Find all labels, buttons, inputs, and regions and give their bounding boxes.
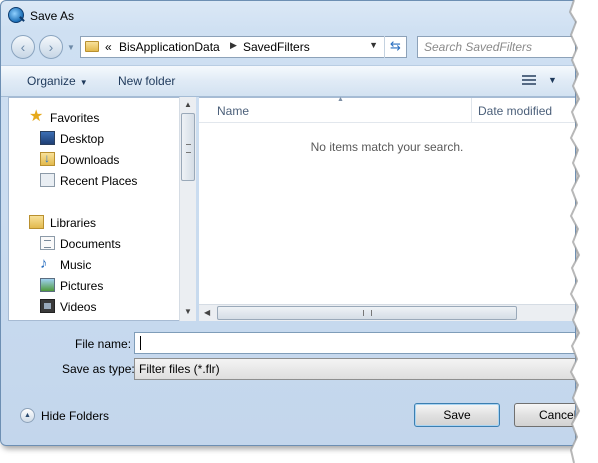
refresh-button[interactable]: ⇆ — [384, 36, 406, 58]
address-bar[interactable]: « BisApplicationData ▶ SavedFilters ▼ — [80, 36, 407, 58]
chevron-up-icon: ▲ — [20, 408, 35, 423]
file-name-field[interactable] — [134, 332, 575, 354]
view-chevron-down-icon[interactable]: ▼ — [548, 75, 557, 85]
breadcrumb-savedfilters[interactable]: SavedFilters — [243, 40, 310, 54]
libraries-icon — [29, 215, 44, 229]
organize-chevron-down-icon: ▼ — [79, 78, 88, 87]
sidebar-item-label: Recent Places — [60, 174, 138, 188]
sidebar-item-label: Libraries — [50, 216, 97, 230]
save-as-dialog: Save As ‹ › ▼ « BisApplicationData ▶ Sav… — [0, 0, 576, 446]
recent-places-icon — [40, 173, 55, 187]
refresh-icon: ⇆ — [390, 38, 401, 53]
column-headers: ▲ Name Date modified — [199, 96, 575, 123]
title-bar[interactable]: Save As — [1, 1, 575, 31]
empty-list-message: No items match your search. — [310, 140, 464, 154]
sidebar-item-label: Downloads — [60, 153, 120, 167]
scrollbar-thumb[interactable] — [217, 306, 517, 320]
pictures-icon — [40, 278, 55, 292]
file-list-horizontal-scrollbar[interactable]: ◀ — [199, 304, 575, 321]
file-list[interactable]: ▲ Name Date modified No items match your… — [199, 96, 575, 321]
breadcrumb-bisapplicationdata[interactable]: BisApplicationData — [119, 40, 220, 54]
view-options-icon[interactable] — [522, 75, 536, 86]
sort-ascending-icon: ▲ — [337, 96, 344, 103]
folder-icon — [85, 41, 99, 52]
hide-folders-label: Hide Folders — [41, 409, 110, 423]
scroll-down-icon[interactable]: ▼ — [184, 307, 192, 316]
address-dropdown-icon[interactable]: ▼ — [369, 40, 378, 50]
navigation-pane-scrollbar[interactable]: ▲ ▼ — [179, 97, 196, 321]
sidebar-item-label: Desktop — [60, 132, 105, 146]
sidebar-item-label: Music — [60, 258, 92, 272]
videos-icon — [40, 299, 55, 313]
sidebar-item-label: Documents — [60, 237, 121, 251]
scrollbar-thumb[interactable] — [181, 113, 195, 181]
cancel-button[interactable]: Cancel — [514, 403, 575, 427]
recent-locations-chevron-icon[interactable]: ▼ — [67, 43, 75, 52]
scroll-left-icon[interactable]: ◀ — [204, 308, 210, 317]
breadcrumb-separator-icon[interactable]: ▶ — [230, 40, 237, 51]
desktop-icon — [40, 131, 55, 145]
file-name-input[interactable] — [135, 333, 575, 353]
save-as-type-label: Save as type: — [62, 362, 135, 376]
column-divider[interactable] — [471, 98, 472, 122]
forward-button[interactable]: › — [39, 35, 63, 59]
back-button[interactable]: ‹ — [11, 35, 35, 59]
torn-edge-decoration — [568, 0, 598, 463]
window-title: Save As — [30, 9, 75, 23]
column-header-name[interactable]: Name — [217, 104, 249, 118]
star-icon: ★ — [29, 108, 44, 125]
organize-button[interactable]: Organize ▼ — [27, 74, 88, 88]
documents-icon — [40, 236, 55, 250]
organize-label: Organize — [27, 74, 76, 88]
breadcrumb-overflow[interactable]: « — [105, 40, 112, 54]
column-header-date-modified[interactable]: Date modified — [478, 104, 552, 118]
navigation-pane: ★ Favorites Desktop Downloads Recent Pla… — [8, 97, 196, 321]
file-name-label: File name: — [75, 337, 132, 351]
scroll-up-icon[interactable]: ▲ — [184, 100, 192, 109]
app-search-icon — [8, 7, 24, 23]
music-note-icon: ♪ — [40, 255, 48, 272]
sidebar-item-label: Videos — [60, 300, 97, 314]
search-box[interactable] — [417, 36, 575, 58]
command-bar: Organize ▼ New folder ▼ — [1, 65, 575, 97]
sidebar-item-label: Favorites — [50, 111, 100, 125]
new-folder-button[interactable]: New folder — [118, 74, 175, 88]
save-as-type-value: Filter files (*.flr) — [139, 362, 220, 376]
save-button[interactable]: Save — [414, 403, 500, 427]
sidebar-item-label: Pictures — [60, 279, 104, 293]
downloads-folder-icon — [40, 151, 55, 166]
search-input[interactable] — [418, 37, 575, 57]
text-caret — [140, 336, 141, 350]
save-as-type-select[interactable]: Filter files (*.flr) — [134, 358, 575, 380]
